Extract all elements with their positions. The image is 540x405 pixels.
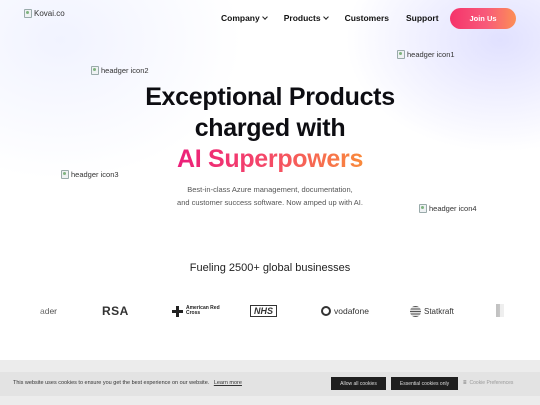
- statkraft-text: Statkraft: [424, 306, 454, 316]
- nav-label-company: Company: [221, 13, 260, 23]
- header-icon-2-alt: headger icon2: [101, 66, 149, 75]
- main-nav: Company Products Customers Support: [221, 13, 439, 23]
- client-logo-red-cross: American Red Cross: [172, 300, 222, 322]
- kovai-logo[interactable]: Kovai.co: [24, 9, 65, 18]
- cookie-message: This website uses cookies to ensure you …: [13, 380, 242, 386]
- nav-item-products[interactable]: Products: [283, 13, 329, 23]
- learn-more-link[interactable]: Learn more: [214, 380, 242, 386]
- client-logo-nhs: NHS: [250, 305, 278, 317]
- join-us-button[interactable]: Join Us: [450, 8, 516, 29]
- cookie-preferences-label: Cookie Preferences: [469, 380, 514, 386]
- hero-subtitle-line-1: Best-in-class Azure management, document…: [187, 185, 353, 194]
- broken-image-icon: [91, 66, 99, 75]
- statkraft-globe-icon: [410, 305, 421, 317]
- hero-subtitle: Best-in-class Azure management, document…: [0, 183, 540, 209]
- logos-fade-left: [0, 295, 60, 327]
- nav-item-support[interactable]: Support: [406, 13, 439, 23]
- clients-heading: Fueling 2500+ global businesses: [189, 262, 351, 274]
- header-icon-1-alt: headger icon1: [407, 50, 455, 59]
- hero-line-2: charged with: [194, 114, 346, 142]
- client-logo-statkraft: Statkraft: [410, 300, 454, 322]
- hero-subtitle-line-2: and customer success software. Now amped…: [177, 198, 363, 207]
- hero-heading: Exceptional Products charged with AI Sup…: [0, 82, 540, 175]
- hero-line-1: Exceptional Products: [145, 83, 395, 111]
- vodafone-text: vodafone: [334, 306, 369, 316]
- red-cross-text: American Red Cross: [186, 305, 220, 316]
- allow-all-cookies-button[interactable]: Allow all cookies: [331, 377, 386, 390]
- vodafone-icon: [321, 306, 331, 316]
- preferences-sliders-icon: ≡: [463, 380, 467, 386]
- logos-fade-right: [480, 295, 540, 327]
- nav-item-company[interactable]: Company: [221, 13, 268, 23]
- logo-alt-text: Kovai.co: [34, 9, 65, 18]
- essential-cookies-button[interactable]: Essential cookies only: [391, 377, 458, 390]
- client-logos: ader RSA American Red Cross NHS vodafone…: [0, 300, 540, 322]
- header-icon-2: headger icon2: [91, 66, 149, 75]
- nav-item-customers[interactable]: Customers: [345, 13, 389, 23]
- header-icon-1: headger icon1: [397, 50, 455, 59]
- nav-label-support: Support: [405, 13, 439, 23]
- chevron-down-icon: [261, 14, 268, 20]
- cookie-preferences-button[interactable]: ≡ Cookie Preferences: [463, 380, 513, 386]
- nav-label-customers: Customers: [344, 13, 389, 23]
- red-cross-icon: [172, 305, 183, 317]
- nav-label-products: Products: [283, 13, 321, 23]
- client-logo-rsa: RSA: [102, 304, 129, 318]
- broken-image-icon: [397, 50, 405, 59]
- client-logo-vodafone: vodafone: [321, 300, 369, 322]
- chevron-down-icon: [322, 14, 329, 20]
- broken-image-icon: [24, 9, 32, 18]
- cookie-message-text: This website uses cookies to ensure you …: [13, 380, 210, 386]
- hero-accent: AI Superpowers: [176, 145, 364, 173]
